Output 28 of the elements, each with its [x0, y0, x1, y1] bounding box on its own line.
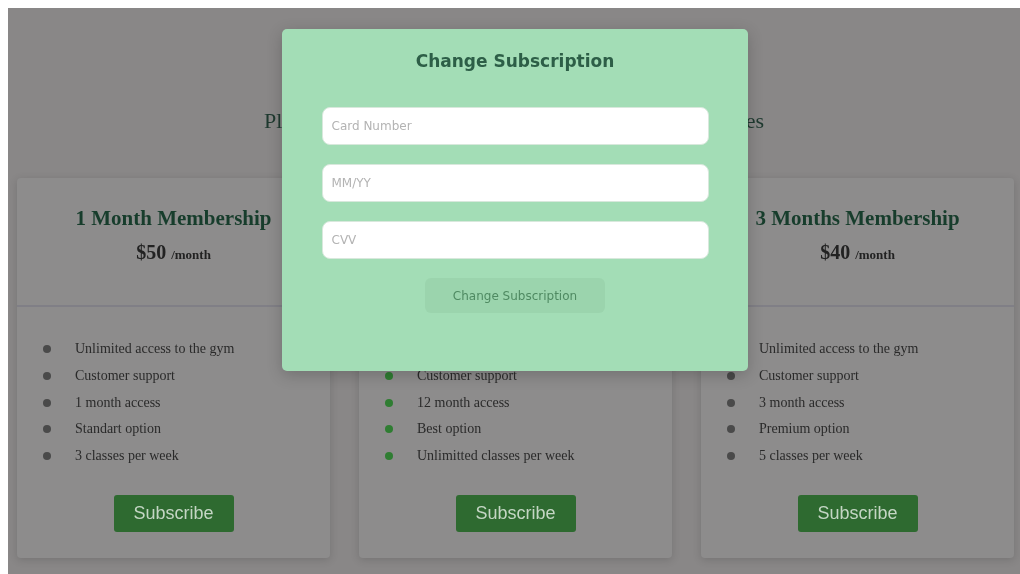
modal-title: Change Subscription [415, 51, 615, 71]
feature-text: 3 classes per week [75, 447, 179, 464]
feature-text: Standart option [75, 421, 161, 438]
feature-text: 1 month access [75, 394, 161, 411]
feature-text: Unlimited access to the gym [75, 341, 235, 358]
feature-text: 5 classes per week [759, 447, 863, 464]
feature-text: 3 month access [759, 394, 845, 411]
subscribe-button[interactable]: Subscribe [455, 495, 576, 532]
plan-title: 1 Month Membership [75, 206, 272, 231]
input-field[interactable]: CVV [321, 221, 709, 259]
feature-text: Unlimited access to the gym [759, 341, 919, 358]
feature-text: Customer support [417, 367, 517, 384]
feature-text: Customer support [759, 367, 859, 384]
feature-text: Customer support [75, 367, 175, 384]
subscribe-button[interactable]: Subscribe [113, 495, 234, 532]
feature-text: Unlimitted classes per week [417, 447, 575, 464]
page-heading: Pl [264, 107, 283, 135]
subscribe-button[interactable]: Subscribe [797, 495, 918, 532]
bullet-icon [385, 371, 393, 380]
feature-text: 12 month access [417, 394, 510, 411]
plan-title: 3 Months Membership [755, 206, 960, 231]
input-field[interactable]: MM/YY [321, 164, 709, 202]
input-field[interactable]: Card Number [321, 107, 709, 145]
feature-text: Best option [417, 421, 482, 438]
feature-text: Premium option [759, 421, 850, 438]
plan-price: $50 /month [136, 241, 211, 264]
plan-price: $40 /month [820, 241, 895, 264]
bullet-icon [43, 345, 51, 354]
